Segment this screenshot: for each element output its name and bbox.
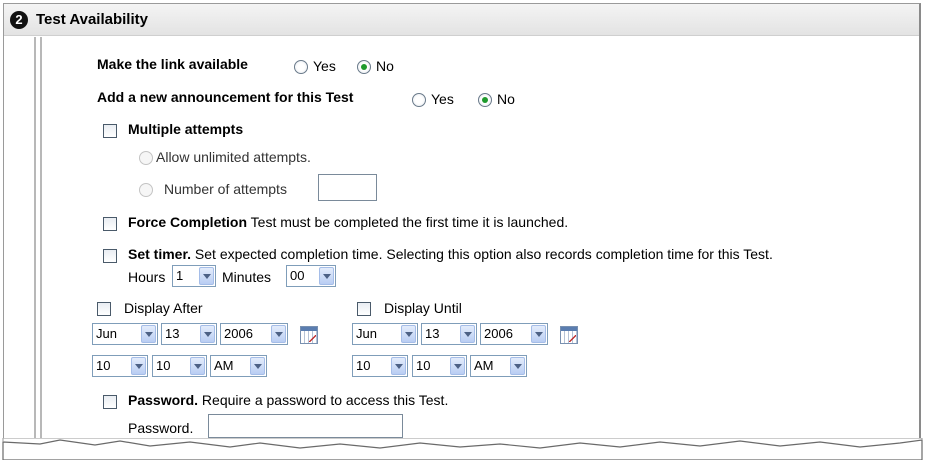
chevron-down-icon [200,325,215,343]
announcement-no-radio[interactable] [478,93,492,107]
unlimited-attempts-radio[interactable] [139,151,153,165]
force-completion-description: Test must be completed the first time it… [250,214,569,230]
announcement-no-label: No [497,91,515,107]
display-until-day: 13 [425,326,440,341]
number-of-attempts-input[interactable] [318,174,377,201]
password-label: Password. [128,392,199,408]
chevron-down-icon [401,325,416,343]
display-until-checkbox[interactable] [357,302,371,316]
set-timer-description: Set expected completion time. Selecting … [194,246,773,262]
step-2-icon: 2 [10,11,28,29]
unlimited-attempts-label: Allow unlimited attempts. [156,149,311,165]
chevron-down-icon [141,325,156,343]
display-after-label: Display After [124,300,203,316]
link-available-label: Make the link available [97,56,248,72]
display-until-month-select[interactable]: Jun [352,323,418,345]
section-header: 2 Test Availability [4,4,919,36]
chevron-down-icon [131,357,146,375]
minutes-value: 00 [290,268,305,283]
multiple-attempts-label: Multiple attempts [128,121,244,137]
hours-value: 1 [176,268,184,283]
display-until-hour: 10 [356,358,371,373]
display-after-day: 13 [165,326,180,341]
display-until-minute: 10 [416,358,431,373]
set-timer-label: Set timer. [128,246,192,262]
password-row: Password. Require a password to access t… [128,392,448,408]
force-completion-row: Force Completion Test must be completed … [128,214,568,230]
display-until-year: 2006 [484,326,513,341]
display-until-label: Display Until [384,300,462,316]
display-until-month: Jun [356,326,377,341]
minutes-select[interactable]: 00 [286,265,336,287]
left-rule [34,37,36,446]
display-after-year-select[interactable]: 2006 [220,323,288,345]
number-of-attempts-radio[interactable] [139,183,153,197]
display-after-month-select[interactable]: Jun [92,323,158,345]
chevron-down-icon [190,357,205,375]
display-until-day-select[interactable]: 13 [421,323,477,345]
chevron-down-icon [319,267,334,285]
hours-label: Hours [128,269,166,285]
force-completion-label: Force Completion [128,214,248,230]
test-availability-panel: 2 Test Availability Make the link availa… [3,3,921,446]
display-after-checkbox[interactable] [97,302,111,316]
set-timer-checkbox[interactable] [103,249,117,263]
password-input[interactable] [208,414,403,438]
display-after-minute: 10 [156,358,171,373]
announcement-label: Add a new announcement for this Test [97,89,354,105]
link-available-yes-radio[interactable] [294,60,308,74]
display-until-ampm: AM [474,358,494,373]
display-after-hour: 10 [96,358,111,373]
display-until-year-select[interactable]: 2006 [480,323,548,345]
link-available-yes-label: Yes [313,58,336,74]
display-until-hour-select[interactable]: 10 [352,355,408,377]
chevron-down-icon [250,357,265,375]
chevron-down-icon [199,267,214,285]
password-checkbox[interactable] [103,395,117,409]
display-after-ampm: AM [214,358,234,373]
display-after-hour-select[interactable]: 10 [92,355,148,377]
set-timer-row: Set timer. Set expected completion time.… [128,246,773,262]
link-available-no-label: No [376,58,394,74]
password-description: Require a password to access this Test. [201,392,449,408]
chevron-down-icon [460,325,475,343]
display-after-minute-select[interactable]: 10 [152,355,207,377]
torn-edge [0,438,932,460]
chevron-down-icon [450,357,465,375]
announcement-yes-radio[interactable] [412,93,426,107]
display-until-calendar-icon[interactable] [560,326,578,344]
announcement-yes-label: Yes [431,91,454,107]
hours-select[interactable]: 1 [172,265,216,287]
chevron-down-icon [271,325,286,343]
chevron-down-icon [531,325,546,343]
display-after-ampm-select[interactable]: AM [210,355,267,377]
display-until-minute-select[interactable]: 10 [412,355,467,377]
chevron-down-icon [510,357,525,375]
link-available-no-radio[interactable] [357,60,371,74]
minutes-label: Minutes [222,269,272,285]
force-completion-checkbox[interactable] [103,217,117,231]
chevron-down-icon [391,357,406,375]
left-rule-inner [40,37,42,446]
number-of-attempts-label: Number of attempts [164,181,287,197]
multiple-attempts-checkbox[interactable] [103,124,117,138]
section-title: Test Availability [36,11,148,28]
display-after-day-select[interactable]: 13 [161,323,217,345]
display-after-calendar-icon[interactable] [300,326,318,344]
display-after-month: Jun [96,326,117,341]
display-until-ampm-select[interactable]: AM [470,355,527,377]
display-after-year: 2006 [224,326,253,341]
password-field-label: Password. [128,420,194,436]
